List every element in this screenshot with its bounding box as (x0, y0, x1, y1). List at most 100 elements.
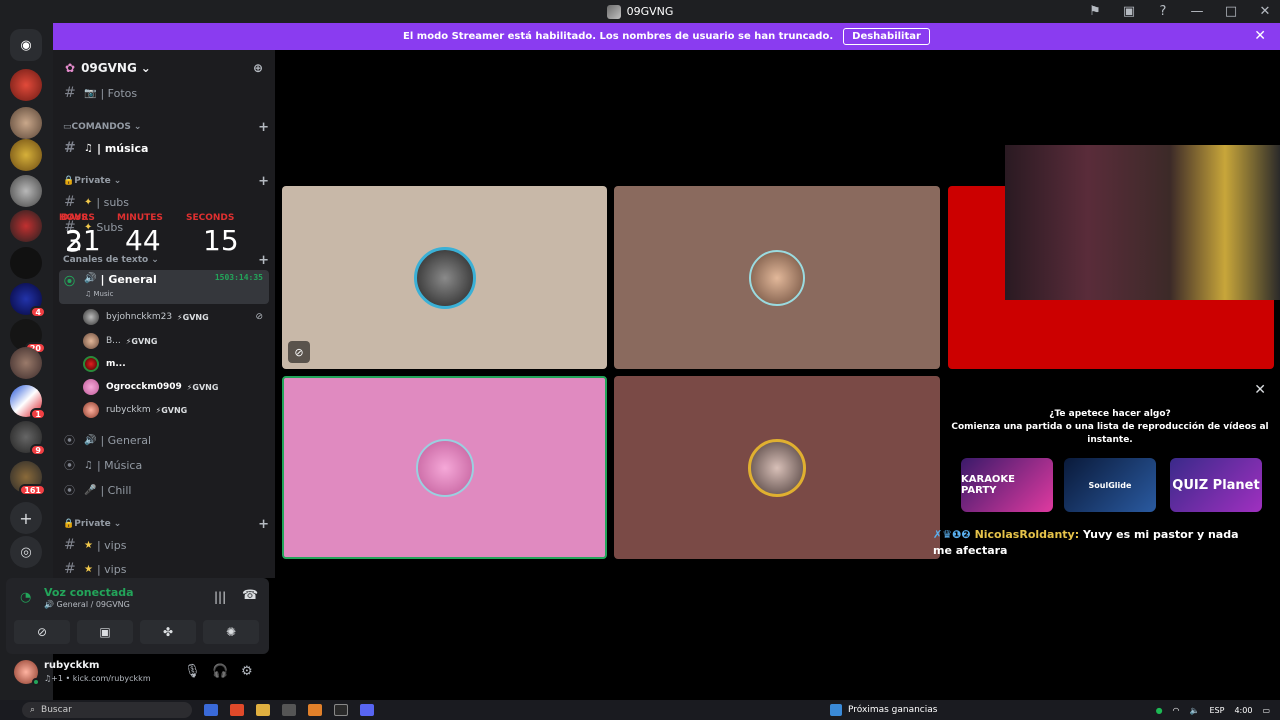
noise-suppression-icon[interactable]: ||| (214, 590, 226, 604)
spotify-icon[interactable]: ● (1156, 706, 1163, 715)
close-button[interactable]: ✕ (1250, 0, 1280, 23)
server-folder-icon[interactable]: 9 (10, 421, 46, 456)
signal-icon[interactable]: ◔ (20, 590, 31, 605)
voice-channel-musica[interactable]: ⦿ ♫ | Música (59, 454, 269, 476)
star-icon: ★ (84, 563, 93, 575)
minimize-button[interactable]: — (1182, 0, 1212, 23)
taskbar-search[interactable]: ⌕ Buscar (22, 702, 192, 718)
add-channel-icon[interactable]: + (258, 174, 269, 189)
server-badge-icon: ✿ (65, 61, 76, 75)
server-icon[interactable] (10, 247, 42, 279)
voice-active-icon: ⦿ (64, 459, 75, 472)
server-icon[interactable] (10, 69, 42, 101)
stream-icon[interactable]: ▣ (1114, 0, 1144, 23)
discord-icon[interactable] (360, 704, 374, 716)
server-icon[interactable] (10, 210, 42, 242)
add-member-icon[interactable]: ⊕ (253, 61, 263, 75)
channel-vips[interactable]: # ★ | vips (59, 534, 269, 556)
close-icon[interactable]: ✕ (1254, 28, 1266, 44)
maximize-button[interactable]: □ (1216, 0, 1246, 23)
language-indicator[interactable]: ESP (1210, 706, 1225, 715)
video-tile[interactable] (614, 376, 940, 559)
channel-label: música (104, 141, 149, 155)
mic-muted-icon: ⊘ (288, 341, 310, 363)
add-channel-icon[interactable]: + (258, 517, 269, 532)
server-name: 09GVNG (81, 61, 137, 75)
voice-user[interactable]: m... (83, 354, 263, 374)
channel-vips-2[interactable]: # ★ | vips (59, 558, 269, 578)
server-icon[interactable] (10, 175, 42, 207)
soundboard-button[interactable]: ✺ (203, 620, 259, 644)
news-widget[interactable]: Próximas ganancias (830, 700, 937, 720)
server-icon[interactable]: 4 (10, 283, 46, 318)
gear-icon[interactable]: ⚙ (241, 664, 253, 679)
inbox-icon[interactable]: ⚑ (1080, 0, 1110, 23)
close-icon[interactable]: ✕ (1254, 382, 1266, 398)
mic-muted-icon: ⊘ (255, 312, 263, 322)
voice-status-channel[interactable]: 🔊 General / 09GVNG (44, 600, 130, 609)
speaker-icon: 🔊 (44, 600, 54, 609)
user-panel: rubyckkm ♫+1 • kick.com/rubyckkm 🎙 🎧 ⚙ (6, 656, 269, 692)
channel-label: General (108, 273, 157, 286)
channel-subs[interactable]: # ✦ | subs (59, 191, 269, 213)
folder-icon[interactable] (256, 704, 270, 716)
obs-icon[interactable] (334, 704, 348, 716)
category-private[interactable]: 🔒 Private ⌄ + (63, 174, 269, 189)
category-private-2[interactable]: 🔒 Private ⌄ + (63, 517, 269, 532)
system-tray: ● ◠ 🔈 ESP 4:00 ▭ (1156, 700, 1270, 720)
volume-icon[interactable]: 🔈 (1190, 706, 1200, 715)
server-icon[interactable] (10, 107, 42, 139)
app-icon[interactable] (308, 704, 322, 716)
activity-card[interactable]: QUIZ Planet (1170, 458, 1262, 512)
disconnect-icon[interactable]: ☎ (242, 588, 258, 603)
activities-button[interactable]: ✤ (140, 620, 196, 644)
channel-fotos[interactable]: # 📷 | Fotos (59, 82, 269, 104)
notification-badge: 1 (30, 408, 46, 420)
user-status: ♫+1 • kick.com/rubyckkm (44, 674, 151, 683)
hash-icon: # (64, 561, 76, 577)
screen-share-button[interactable]: ▣ (77, 620, 133, 644)
wifi-icon[interactable]: ◠ (1173, 706, 1180, 715)
server-icon[interactable]: 1 (10, 385, 46, 420)
app-icon[interactable] (282, 704, 296, 716)
channel-musica[interactable]: # ♫ | música (59, 137, 269, 159)
voice-user[interactable]: B... ⚡GVNG (83, 331, 263, 351)
channel-path: General / 09GVNG (56, 600, 130, 609)
activity-card[interactable]: KARAOKE PARTY (961, 458, 1053, 512)
activity-card[interactable]: SoulGlide (1064, 458, 1156, 512)
headphones-icon[interactable]: 🎧 (212, 664, 228, 679)
video-tile[interactable]: ⊘ (282, 186, 607, 369)
camera-toggle-button[interactable]: ⊘ (14, 620, 70, 644)
discover-icon[interactable]: ◎ (10, 536, 42, 568)
category-text-channels[interactable]: Canales de texto ⌄ + (63, 253, 269, 268)
user-name: rubyckkm (44, 660, 100, 671)
server-header[interactable]: ✿ 09GVNG ⌄ ⊕ (53, 50, 275, 86)
disable-streamer-button[interactable]: Deshabilitar (843, 28, 930, 45)
mic-icon[interactable]: 🎙 (184, 664, 201, 679)
add-server-icon[interactable]: + (10, 502, 42, 534)
avatar (83, 333, 99, 349)
voice-user[interactable]: rubyckkm ⚡GVNG (83, 400, 263, 420)
add-channel-icon[interactable]: + (258, 120, 269, 135)
server-folder-icon[interactable]: 161 (10, 461, 46, 496)
discord-home-icon[interactable]: ◉ (10, 29, 42, 61)
help-icon[interactable]: ? (1148, 0, 1178, 23)
voice-user[interactable]: byjohnckkm23 ⚡GVNG ⊘ (83, 307, 263, 327)
voice-channel-general[interactable]: ⦿ 🔊 | General 1503:14:35 ♫ Music (59, 270, 269, 304)
voice-channel-general-1[interactable]: ⦿ 🔊 | General (59, 429, 269, 451)
add-channel-icon[interactable]: + (258, 253, 269, 268)
server-icon[interactable] (10, 347, 42, 379)
clock[interactable]: 4:00 (1234, 706, 1252, 715)
camera-icon: 📷 (84, 87, 97, 99)
voice-channel-chill[interactable]: ⦿ 🎤 | Chill (59, 479, 269, 501)
server-icon[interactable] (10, 139, 42, 171)
voice-user[interactable]: Ogrocckm0909 ⚡GVNG (83, 377, 263, 397)
notification-icon[interactable]: ▭ (1262, 706, 1270, 715)
music-icon: ♫ (84, 142, 93, 154)
category-comandos[interactable]: ▭ COMANDOS ⌄ + (63, 120, 269, 135)
screen-share-icon: ▣ (99, 625, 111, 639)
video-tile-speaking[interactable] (282, 376, 607, 559)
video-tile[interactable] (614, 186, 940, 369)
task-view-icon[interactable] (204, 704, 218, 716)
brave-icon[interactable] (230, 704, 244, 716)
